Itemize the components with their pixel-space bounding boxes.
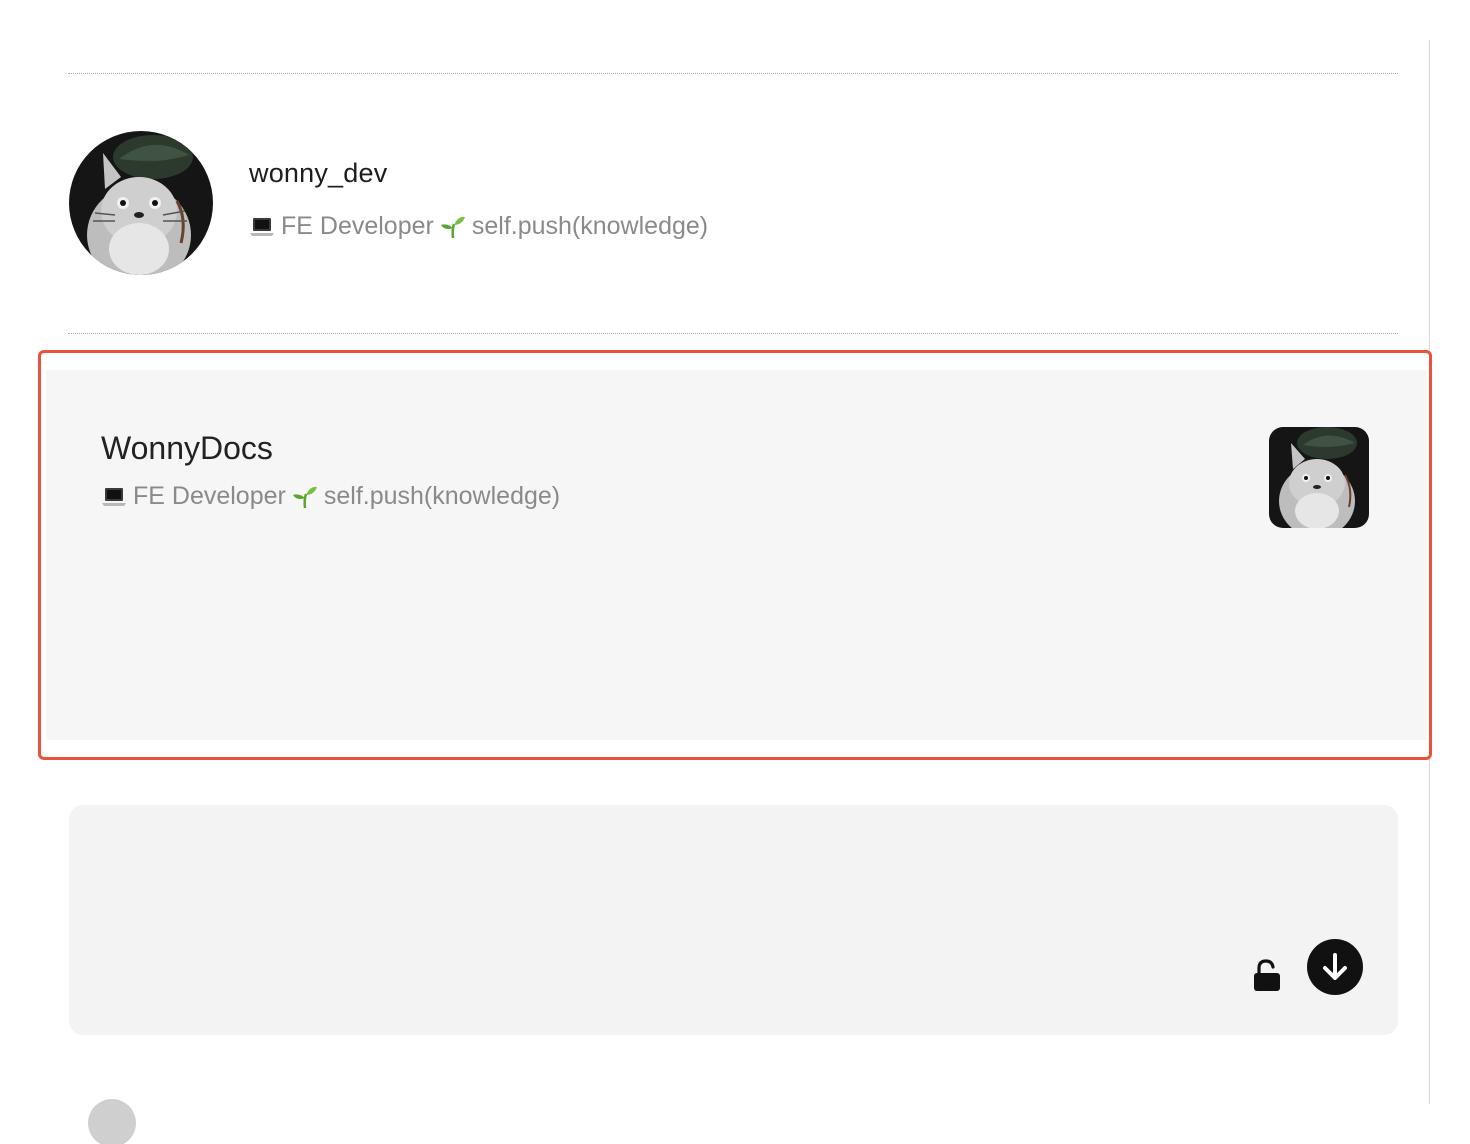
profile-avatar[interactable] (69, 131, 213, 275)
profile-name: wonny_dev (249, 158, 388, 188)
mid-divider (68, 333, 1398, 334)
card-thumbnail (1269, 427, 1369, 528)
card-description: FE Developer self.push(knowledge) (101, 482, 560, 511)
unlock-icon (1254, 959, 1280, 991)
arrow-down-circle-icon (1323, 953, 1347, 980)
card-description-text: FE Developer (133, 482, 286, 510)
laptop-icon (250, 217, 274, 236)
laptop-icon (102, 487, 126, 506)
bottom-panel (69, 805, 1398, 1035)
unlock-button[interactable] (1251, 958, 1283, 994)
card-title[interactable]: WonnyDocs (101, 430, 273, 467)
sprout-icon (440, 216, 465, 238)
profile-page: wonny_dev FE Developer self.push(knowled… (0, 0, 1470, 1144)
top-divider (68, 73, 1398, 74)
profile-bio: FE Developer self.push(knowledge) (249, 212, 708, 241)
next-item-avatar (88, 1099, 136, 1144)
sprout-icon (292, 486, 317, 508)
profile-bio-text: FE Developer (281, 212, 434, 240)
highlight-frame (38, 350, 1432, 760)
card-description-code: self.push(knowledge) (323, 482, 561, 510)
download-button[interactable] (1307, 939, 1363, 995)
totoro-avatar-icon (69, 131, 213, 275)
totoro-thumbnail-icon (1269, 427, 1369, 528)
profile-bio-code: self.push(knowledge) (471, 212, 709, 240)
